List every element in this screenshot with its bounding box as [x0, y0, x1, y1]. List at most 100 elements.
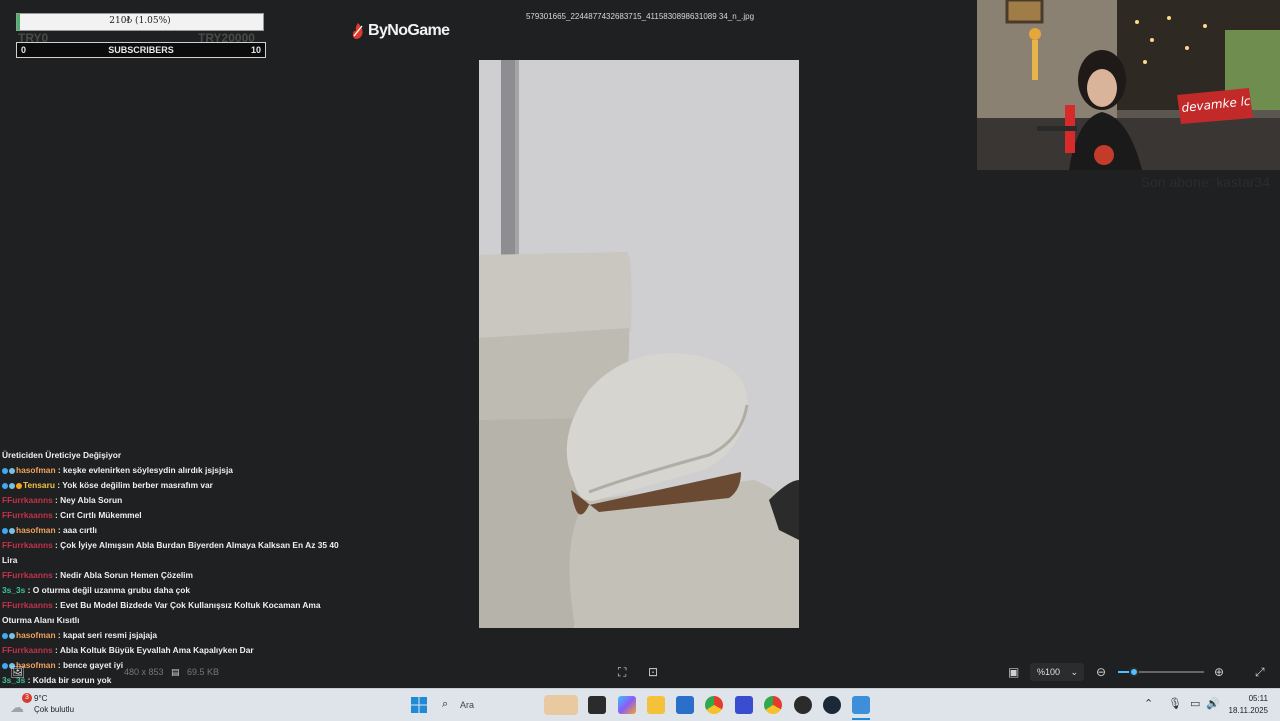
chat-text: : Çok İyiye Almışsın Abla Burdan Biyerde… [2, 540, 339, 565]
task-view-icon[interactable] [588, 696, 606, 714]
chat-message: 3s_3s : O oturma değil uzanma grubu daha… [2, 583, 342, 598]
chat-badge-icon [9, 527, 15, 534]
volume-icon[interactable]: 🔊 [1206, 697, 1220, 710]
actual-size-icon[interactable]: ⊡ [648, 665, 658, 679]
steam-icon[interactable] [823, 696, 841, 714]
file-name-title: 579301665_2244877432683715_4115830898631… [525, 12, 755, 21]
chat-badge-icon [2, 482, 8, 489]
chat-username: hasofman [16, 465, 56, 475]
expand-icon[interactable]: ⤢ [1255, 665, 1265, 680]
chat-badge-icon [2, 467, 8, 474]
chat-badge-icon [2, 527, 8, 534]
sofa-image [479, 60, 799, 628]
chat-message: hasofman : keşke evlenirken söylesydin a… [2, 463, 342, 478]
weather-badge: 3 [22, 693, 32, 703]
photos-icon[interactable] [852, 696, 870, 714]
file-explorer-icon[interactable] [647, 696, 665, 714]
copilot-icon[interactable] [618, 696, 636, 714]
search-placeholder: Ara [460, 700, 475, 710]
chat-text: : O oturma değil uzanma grubu daha çok [25, 585, 191, 595]
weather-temp: 9°C [34, 694, 48, 703]
zoom-slider[interactable] [1118, 667, 1204, 677]
chat-message: FFurrkaanns : Evet Bu Model Bizdede Var … [2, 598, 342, 628]
chrome-icon[interactable] [705, 696, 723, 714]
last-subscriber-text: Son abone: kastar34 [1140, 174, 1270, 190]
photo-viewer: 579301665_2244877432683715_4115830898631… [0, 0, 1280, 700]
chat-username: Tensaru [23, 480, 55, 490]
donation-goal-text: 210₺ (1.05%) [109, 16, 171, 26]
chat-username: 3s_3s [2, 585, 26, 595]
chat-username: hasofman [16, 525, 56, 535]
fullscreen-fit-icon[interactable]: ▣ [1008, 665, 1019, 679]
subscribers-bar: 0 SUBSCRIBERS 10 [16, 42, 266, 58]
chat-username: FFurrkaanns [2, 510, 53, 520]
chat-message: FFurrkaanns : Cırt Cırtlı Mükemmel [2, 508, 342, 523]
viewer-toolbar: 🖼 480 x 853 ▤ 69.5 KB ⛶ ⊡ ▣ %100 ⌄ ⊖ ⊕ ⤢ [0, 660, 1280, 684]
chat-text: : Abla Koltuk Büyük Eyvallah Ama Kapalıy… [52, 645, 254, 655]
chat-username: FFurrkaanns [2, 645, 53, 655]
chat-text: : keşke evlenirken söylesydin alırdık js… [55, 465, 233, 475]
clock-time: 05:11 [1248, 694, 1268, 703]
zoom-in-icon[interactable]: ⊕ [1214, 665, 1224, 679]
bynogame-logo: ByNoGame [350, 22, 450, 40]
chat-message: hasofman : aaa cırtlı [2, 523, 342, 538]
chat-text: : Ney Abla Sorun [52, 495, 123, 505]
chat-message: FFurrkaanns : Abla Koltuk Büyük Eyvallah… [2, 643, 342, 658]
chat-text: : Cırt Cırtlı Mükemmel [52, 510, 142, 520]
chat-badge-icon [2, 632, 8, 639]
chat-text: Üreticiden Üreticiye Değişiyor [2, 450, 122, 460]
file-size: 69.5 KB [187, 667, 220, 677]
weather-desc: Çok bulutlu [34, 705, 75, 714]
windows-taskbar: ☁ 3 9°C Çok bulutlu ⌕ Ara ⌃ 🎙 ▭ 🔊 05:11 … [0, 688, 1280, 721]
chat-username: FFurrkaanns [2, 600, 53, 610]
start-button[interactable] [410, 696, 428, 714]
bynogame-logo-text: ByNoGame [368, 22, 450, 39]
chat-badge-icon [9, 482, 15, 489]
file-size-icon: ▤ [171, 667, 180, 677]
network-icon[interactable]: ▭ [1190, 697, 1200, 710]
chat-username: hasofman [16, 630, 56, 640]
chat-username: FFurrkaanns [2, 495, 53, 505]
chat-username: FFurrkaanns [2, 570, 53, 580]
microphone-icon[interactable]: 🎙 [1168, 697, 1182, 710]
mail-icon[interactable] [735, 696, 753, 714]
chat-badge-icon [9, 632, 15, 639]
chat-text: : Nedir Abla Sorun Hemen Çözelim [52, 570, 193, 580]
chat-badge-icon [16, 482, 22, 489]
zoom-select[interactable]: %100 ⌄ [1030, 663, 1084, 681]
search-icon: ⌕ [442, 698, 449, 710]
chevron-up-icon[interactable]: ⌃ [1144, 697, 1153, 710]
donation-goal-bar: 210₺ (1.05%) [16, 13, 264, 31]
obs-icon[interactable] [794, 696, 812, 714]
chat-message: FFurrkaanns : Nedir Abla Sorun Hemen Çöz… [2, 568, 342, 583]
cloud-icon: ☁ [10, 699, 24, 715]
zoom-slider-handle[interactable] [1129, 667, 1139, 677]
store-icon[interactable] [676, 696, 694, 714]
image-dimensions: 480 x 853 [124, 667, 164, 677]
chevron-down-icon: ⌄ [1070, 667, 1078, 677]
taskbar-search[interactable]: ⌕ Ara [438, 694, 580, 716]
chat-message: Üreticiden Üreticiye Değişiyor [2, 448, 342, 463]
chat-message: FFurrkaanns : Çok İyiye Almışsın Abla Bu… [2, 538, 342, 568]
photo-sofa[interactable] [479, 60, 799, 628]
chat-message: hasofman : kapat seri resmi jsjajaja [2, 628, 342, 643]
search-highlight-icon [544, 695, 578, 715]
zoom-level: %100 [1037, 667, 1061, 677]
chat-message: FFurrkaanns : Ney Abla Sorun [2, 493, 342, 508]
chat-text: : aaa cırtlı [55, 525, 97, 535]
clock-date: 18.11.2025 [1228, 706, 1268, 715]
chat-text: : kapat seri resmi jsjajaja [55, 630, 158, 640]
weather-widget[interactable]: ☁ 3 [8, 693, 32, 717]
taskbar-clock[interactable]: 05:11 18.11.2025 [1229, 693, 1268, 717]
bynogame-flame-icon [352, 23, 363, 39]
webcam-feed: devamke lc [977, 0, 1280, 170]
fit-to-window-icon[interactable]: ⛶ [618, 665, 626, 680]
chat-username: FFurrkaanns [2, 540, 53, 550]
image-info-icon[interactable]: 🖼 [10, 665, 25, 679]
chrome-profile-icon[interactable] [764, 696, 782, 714]
chat-message: Tensaru : Yok köse değilim berber masraf… [2, 478, 342, 493]
chat-badge-icon [9, 467, 15, 474]
chat-text: : Yok köse değilim berber masrafım var [54, 480, 213, 490]
webcam-image: devamke lc [977, 0, 1280, 170]
zoom-out-icon[interactable]: ⊖ [1096, 665, 1106, 679]
